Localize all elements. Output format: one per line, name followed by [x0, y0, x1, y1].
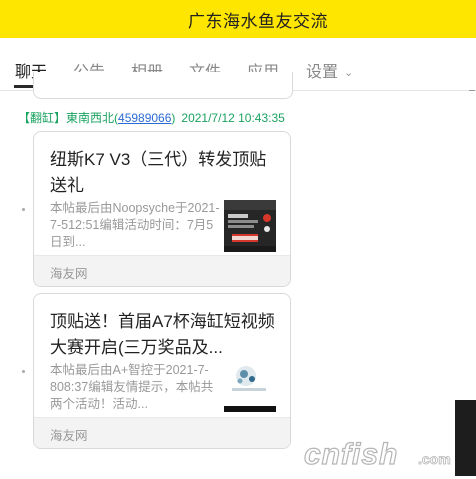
previous-card[interactable]	[33, 72, 293, 99]
sender-uid-close: )	[171, 111, 176, 125]
card-footer: 海友网	[34, 255, 290, 286]
scroll-mark	[469, 90, 475, 91]
chevron-down-icon: ⌄	[344, 67, 354, 80]
card-title: 顶贴送！首届A7杯海缸短视频大赛开启(三万奖品及...	[50, 312, 275, 357]
message-header: 【翻缸】東南西北(45989066) 2021/7/12 10:43:35	[18, 109, 285, 126]
sender-uid[interactable]: 45989066	[118, 111, 171, 125]
app-header: 广东海水鱼友交流	[0, 0, 476, 38]
bullet-dot	[22, 208, 25, 211]
card-title: 纽斯K7 V3（三代）转发顶贴送礼	[50, 150, 267, 195]
card-source: 海友网	[50, 429, 88, 443]
link-card[interactable]: 纽斯K7 V3（三代）转发顶贴送礼 本帖最后由Noopsyche于2021-7-…	[33, 131, 291, 287]
svg-text:cnfish: cnfish	[304, 438, 398, 471]
svg-text:.com: .com	[418, 451, 451, 467]
card-footer: 海友网	[34, 417, 290, 448]
card-description: 本帖最后由Noopsyche于2021-7-512:51编辑活动时间：7月5日到…	[50, 201, 220, 249]
tab-settings[interactable]: 设置 ⌄	[306, 58, 353, 82]
message-tag: 【翻缸】	[18, 111, 67, 125]
group-title: 广东海水鱼友交流	[188, 11, 328, 31]
site-watermark-logo: cnfish .com	[300, 430, 460, 474]
card-thumbnail	[224, 360, 276, 412]
card-source: 海友网	[50, 267, 88, 281]
link-card[interactable]: 顶贴送！首届A7杯海缸短视频大赛开启(三万奖品及... 本帖最后由A+智控于20…	[33, 293, 291, 449]
tab-settings-label: 设置	[306, 64, 339, 81]
sender-name[interactable]: 東南西北(	[66, 111, 118, 125]
card-description: 本帖最后由A+智控于2021-7-808:37编辑友情提示，本帖共两个活动！活动…	[50, 363, 214, 411]
bullet-dot	[22, 370, 25, 373]
card-thumbnail	[224, 200, 276, 252]
message-time: 2021/7/12 10:43:35	[181, 111, 285, 125]
